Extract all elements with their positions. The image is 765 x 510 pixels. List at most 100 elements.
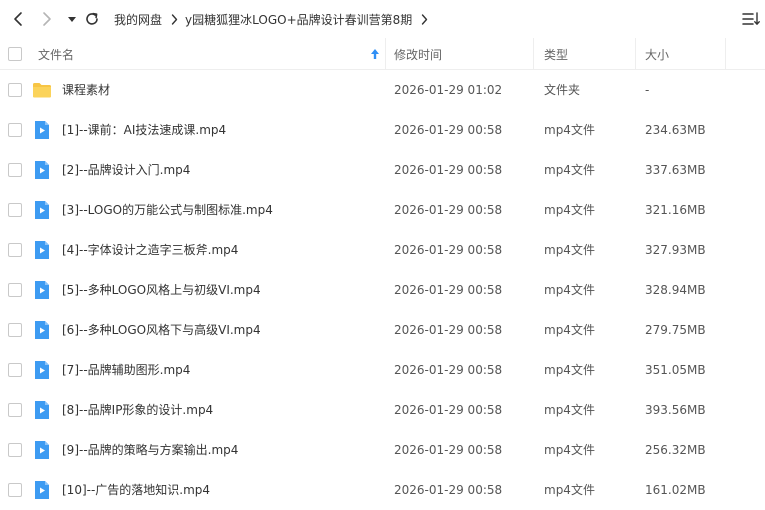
- row-checkbox[interactable]: [8, 363, 22, 377]
- file-row-video[interactable]: [6]--多种LOGO风格下与高级VI.mp4 2026-01-29 00:58 m…: [0, 310, 765, 350]
- file-modified: 2026-01-29 00:58: [394, 243, 503, 257]
- video-file-icon: [35, 241, 49, 259]
- file-modified: 2026-01-29 00:58: [394, 483, 503, 497]
- forward-button[interactable]: [37, 9, 57, 29]
- folder-icon: [33, 83, 51, 98]
- file-row-video[interactable]: [10]--广告的落地知识.mp4 2026-01-29 00:58 mp4文件 16…: [0, 470, 765, 510]
- file-modified: 2026-01-29 00:58: [394, 283, 503, 297]
- file-modified: 2026-01-29 00:58: [394, 363, 503, 377]
- file-type: mp4文件: [544, 403, 595, 417]
- file-row-video[interactable]: [3]--LOGO的万能公式与制图标准.mp4 2026-01-29 00:58 m…: [0, 190, 765, 230]
- row-checkbox[interactable]: [8, 443, 22, 457]
- select-all-checkbox[interactable]: [8, 47, 22, 61]
- file-type: mp4文件: [544, 123, 595, 137]
- file-row-video[interactable]: [9]--品牌的策略与方案输出.mp4 2026-01-29 00:58 mp4文件…: [0, 430, 765, 470]
- file-name: [8]--品牌IP形象的设计.mp4: [62, 403, 214, 417]
- file-row-video[interactable]: [1]--课前：AI技法速成课.mp4 2026-01-29 00:58 mp4文件…: [0, 110, 765, 150]
- row-checkbox[interactable]: [8, 483, 22, 497]
- row-checkbox[interactable]: [8, 203, 22, 217]
- header-modified[interactable]: 修改时间: [394, 38, 442, 70]
- file-name: [5]--多种LOGO风格上与初级VI.mp4: [62, 283, 261, 297]
- file-type: mp4文件: [544, 243, 595, 257]
- column-divider[interactable]: [385, 38, 386, 70]
- breadcrumb-current-folder[interactable]: y园糖狐狸冰LOGO+品牌设计春训营第8期: [185, 11, 412, 28]
- file-name: [1]--课前：AI技法速成课.mp4: [62, 123, 227, 137]
- video-file-icon: [35, 161, 49, 179]
- video-file-icon: [35, 401, 49, 419]
- video-file-icon: [35, 121, 49, 139]
- forward-arrow-icon: [43, 12, 51, 26]
- row-checkbox[interactable]: [8, 83, 22, 97]
- file-name: [6]--多种LOGO风格下与高级VI.mp4: [62, 323, 261, 337]
- chevron-right-icon: [421, 13, 428, 25]
- file-size: 321.16MB: [645, 203, 706, 217]
- video-file-icon: [35, 481, 49, 499]
- file-modified: 2026-01-29 01:02: [394, 83, 503, 97]
- file-modified: 2026-01-29 00:58: [394, 163, 503, 177]
- row-checkbox[interactable]: [8, 243, 22, 257]
- file-size: 337.63MB: [645, 163, 706, 177]
- video-file-icon: [35, 321, 49, 339]
- header-name[interactable]: 文件名: [38, 38, 74, 70]
- file-type: 文件夹: [544, 83, 581, 97]
- file-row-video[interactable]: [4]--字体设计之造字三板斧.mp4 2026-01-29 00:58 mp4文件…: [0, 230, 765, 270]
- file-modified: 2026-01-29 00:58: [394, 203, 503, 217]
- row-checkbox[interactable]: [8, 283, 22, 297]
- video-file-icon: [35, 441, 49, 459]
- chevron-right-icon: [171, 13, 178, 25]
- row-checkbox[interactable]: [8, 403, 22, 417]
- file-size: 327.93MB: [645, 243, 706, 257]
- refresh-button[interactable]: [82, 9, 102, 29]
- file-type: mp4文件: [544, 163, 595, 177]
- file-modified: 2026-01-29 00:58: [394, 403, 503, 417]
- file-type: mp4文件: [544, 283, 595, 297]
- file-type: mp4文件: [544, 203, 595, 217]
- back-button[interactable]: [8, 9, 28, 29]
- file-name: 课程素材: [62, 83, 111, 97]
- file-type: mp4文件: [544, 363, 595, 377]
- file-size: 351.05MB: [645, 363, 706, 377]
- file-row-video[interactable]: [7]--品牌辅助图形.mp4 2026-01-29 00:58 mp4文件 351.…: [0, 350, 765, 390]
- video-file-icon: [35, 281, 49, 299]
- column-header: 文件名 修改时间 类型 大小: [0, 38, 765, 70]
- row-checkbox[interactable]: [8, 323, 22, 337]
- file-name: [9]--品牌的策略与方案输出.mp4: [62, 443, 239, 457]
- file-name: [2]--品牌设计入门.mp4: [62, 163, 191, 177]
- file-type: mp4文件: [544, 323, 595, 337]
- header-size[interactable]: 大小: [645, 38, 669, 70]
- view-mode-button[interactable]: [742, 11, 760, 27]
- file-size: 256.32MB: [645, 443, 706, 457]
- file-modified: 2026-01-29 00:58: [394, 123, 503, 137]
- header-type[interactable]: 类型: [544, 38, 568, 70]
- row-checkbox[interactable]: [8, 163, 22, 177]
- back-arrow-icon: [14, 12, 22, 26]
- file-row-video[interactable]: [2]--品牌设计入门.mp4 2026-01-29 00:58 mp4文件 337.…: [0, 150, 765, 190]
- sort-ascending-icon[interactable]: [370, 48, 380, 60]
- file-type: mp4文件: [544, 443, 595, 457]
- file-name: [7]--品牌辅助图形.mp4: [62, 363, 191, 377]
- column-divider[interactable]: [725, 38, 726, 70]
- file-row-folder[interactable]: 课程素材 2026-01-29 01:02 文件夹 -: [0, 70, 765, 110]
- video-file-icon: [35, 201, 49, 219]
- file-name: [4]--字体设计之造字三板斧.mp4: [62, 243, 239, 257]
- breadcrumb: 我的网盘 y园糖狐狸冰LOGO+品牌设计春训营第8期: [114, 0, 435, 38]
- video-file-icon: [35, 361, 49, 379]
- file-size: 328.94MB: [645, 283, 706, 297]
- file-row-video[interactable]: [5]--多种LOGO风格上与初级VI.mp4 2026-01-29 00:58 m…: [0, 270, 765, 310]
- breadcrumb-root[interactable]: 我的网盘: [114, 11, 162, 28]
- file-size: 279.75MB: [645, 323, 706, 337]
- column-divider[interactable]: [533, 38, 534, 70]
- file-row-video[interactable]: [8]--品牌IP形象的设计.mp4 2026-01-29 00:58 mp4文件 3…: [0, 390, 765, 430]
- file-type: mp4文件: [544, 483, 595, 497]
- file-size: 234.63MB: [645, 123, 706, 137]
- column-divider[interactable]: [635, 38, 636, 70]
- caret-down-icon: [68, 17, 76, 22]
- file-size: 161.02MB: [645, 483, 706, 497]
- row-checkbox[interactable]: [8, 123, 22, 137]
- refresh-icon: [86, 12, 98, 25]
- file-size: -: [645, 83, 650, 97]
- file-name: [3]--LOGO的万能公式与制图标准.mp4: [62, 203, 273, 217]
- history-dropdown-button[interactable]: [62, 9, 82, 29]
- list-sort-icon: [742, 12, 760, 25]
- file-modified: 2026-01-29 00:58: [394, 443, 503, 457]
